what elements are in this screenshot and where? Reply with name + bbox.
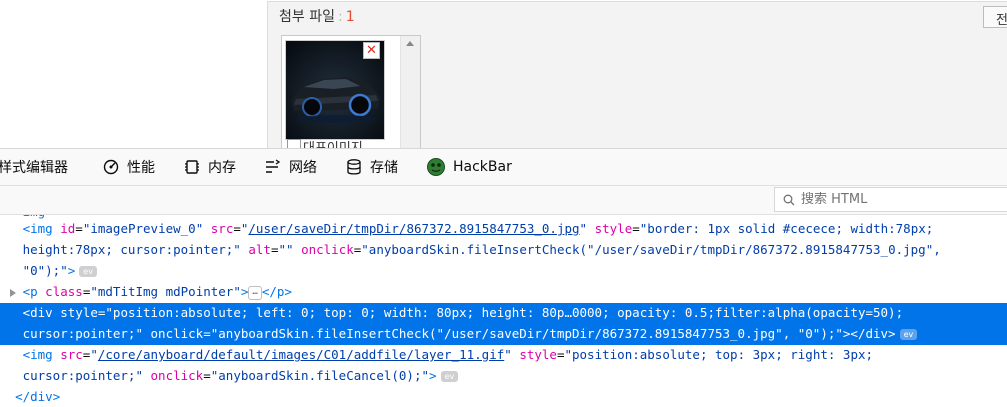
- attr-name-onclick[interactable]: onclick: [151, 368, 204, 383]
- search-icon: [783, 194, 795, 205]
- side-button[interactable]: 전: [983, 6, 1007, 28]
- network-icon: [266, 159, 281, 173]
- attr-name-style[interactable]: style: [60, 305, 98, 320]
- attr-name-onclick[interactable]: onclick: [151, 326, 204, 341]
- attr-name-style[interactable]: style: [595, 221, 633, 236]
- attr-value-onclick[interactable]: "anyboardSkin.fileInsertCheck("/user/sav…: [361, 242, 940, 257]
- markup-node-div-selected[interactable]: <div style="position:absolute; left: 0; …: [0, 303, 1007, 345]
- storage-icon: [347, 159, 361, 175]
- search-html-box[interactable]: [774, 187, 1007, 212]
- markup-node-img-preview-cont[interactable]: height:78px; cursor:pointer;" alt="" onc…: [0, 240, 1007, 261]
- attachment-title: 첨부 파일:1: [279, 6, 355, 26]
- tag-open: <img: [22, 221, 53, 236]
- tag-close: ></div>: [842, 325, 896, 341]
- tab-network[interactable]: 网络: [264, 149, 317, 185]
- markup-node-img-preview[interactable]: <img id="imagePreview_0" src="/user/save…: [0, 219, 1007, 240]
- attr-value-id[interactable]: "imagePreview_0": [83, 221, 203, 236]
- remove-file-icon[interactable]: ✕: [363, 42, 380, 59]
- src-link[interactable]: /user/saveDir/tmpDir/867372.8915847753_0…: [248, 221, 579, 236]
- attr-value-onclick-cont[interactable]: "0");": [23, 263, 68, 278]
- tag-close: >: [429, 368, 437, 383]
- markup-node-img-cancel-cont[interactable]: cursor:pointer;" onclick="anyboardSkin.f…: [0, 366, 1007, 387]
- representative-image-checkbox[interactable]: [287, 139, 301, 148]
- tag-end: </div>: [15, 389, 61, 404]
- tag-close: >: [67, 263, 76, 278]
- inspector-search-bar: [0, 186, 1007, 215]
- attr-name-id[interactable]: id: [60, 221, 75, 236]
- attr-value-onclick[interactable]: "anyboardSkin.fileCancel(0);": [211, 368, 429, 383]
- tag-open: <p: [22, 284, 38, 299]
- attr-value-style-cont[interactable]: cursor:pointer;": [23, 326, 143, 341]
- attr-name-src[interactable]: src: [211, 221, 234, 236]
- attachment-label: 첨부 파일: [279, 9, 335, 25]
- web-page-viewport: 첨부 파일:1 전 ✕ 대표이미지: [0, 0, 1007, 148]
- tag-open: <div: [22, 305, 53, 320]
- tab-label: 性能: [127, 160, 155, 176]
- attr-value-style-cont[interactable]: cursor:pointer;": [23, 368, 143, 383]
- markup-node-div-close[interactable]: </div>: [0, 387, 1007, 407]
- attr-value-style[interactable]: "border: 1px solid #cecece; width:78px;: [640, 221, 934, 236]
- tag-close: >: [240, 284, 249, 299]
- hackbar-icon: [427, 158, 445, 176]
- attr-name-class[interactable]: class: [45, 284, 83, 299]
- tag-open: <img: [22, 347, 53, 362]
- thumbnail-scrollbar[interactable]: [400, 36, 420, 148]
- attr-name-onclick[interactable]: onclick: [301, 242, 354, 257]
- performance-icon: [103, 159, 119, 175]
- attr-name-style[interactable]: style: [519, 347, 557, 362]
- attachment-separator: :: [337, 9, 343, 25]
- representative-image-label: 대표이미지: [303, 137, 363, 148]
- attachment-count: 1: [345, 9, 355, 25]
- attr-value-class[interactable]: "mdTitImg mdPointer": [90, 284, 241, 299]
- tab-hackbar[interactable]: HackBar: [426, 149, 512, 185]
- tab-memory[interactable]: 内存: [183, 149, 236, 185]
- collapsed-children-button[interactable]: …: [248, 285, 262, 300]
- tab-style-editor[interactable]: 样式编辑器: [0, 149, 68, 185]
- event-badge[interactable]: ev: [899, 328, 918, 340]
- markup-node-img-cancel[interactable]: <img src="/core/anyboard/default/images/…: [0, 345, 1007, 366]
- markup-node-p[interactable]: <p class="mdTitImg mdPointer">… </p>: [0, 282, 1007, 303]
- attr-name-src[interactable]: src: [60, 347, 83, 362]
- tab-label: HackBar: [453, 159, 512, 175]
- attr-value-alt[interactable]: "": [278, 242, 293, 257]
- devtools-toolbar: 样式编辑器 性能 内存 网络 存储 HackBar: [0, 149, 1007, 186]
- tab-label: 内存: [208, 160, 236, 176]
- scroll-up-arrow-icon[interactable]: [406, 41, 414, 46]
- tab-performance[interactable]: 性能: [102, 149, 155, 185]
- markup-node-img-preview-end[interactable]: "0");"> ev: [0, 261, 1007, 282]
- markup-view: <img <img id="imagePreview_0" src="/user…: [0, 215, 1007, 407]
- attr-value-style[interactable]: "position:absolute; left: 0; top: 0; wid…: [105, 305, 903, 320]
- tab-storage[interactable]: 存储: [345, 149, 398, 185]
- src-link[interactable]: /core/anyboard/default/images/C01/addfil…: [98, 347, 504, 362]
- attr-value-style-cont[interactable]: height:78px; cursor:pointer;": [23, 242, 241, 257]
- memory-icon: [185, 160, 199, 174]
- tab-label: 存储: [370, 160, 398, 176]
- search-html-input[interactable]: [801, 192, 981, 207]
- attr-name-alt[interactable]: alt: [248, 242, 271, 257]
- attr-value-onclick[interactable]: "anyboardSkin.fileInsertCheck("/user/sav…: [211, 326, 843, 341]
- tag-end: </p>: [261, 284, 292, 299]
- tab-label: 网络: [289, 160, 317, 176]
- tab-label: 样式编辑器: [0, 160, 68, 176]
- attr-value-style[interactable]: "position:absolute; top: 3px; right: 3px…: [564, 347, 873, 362]
- expand-toggle-icon[interactable]: [10, 289, 16, 297]
- event-badge[interactable]: ev: [79, 266, 97, 277]
- event-badge[interactable]: ev: [440, 371, 459, 382]
- devtools-panel: 样式编辑器 性能 内存 网络 存储 HackBar <img: [0, 148, 1007, 407]
